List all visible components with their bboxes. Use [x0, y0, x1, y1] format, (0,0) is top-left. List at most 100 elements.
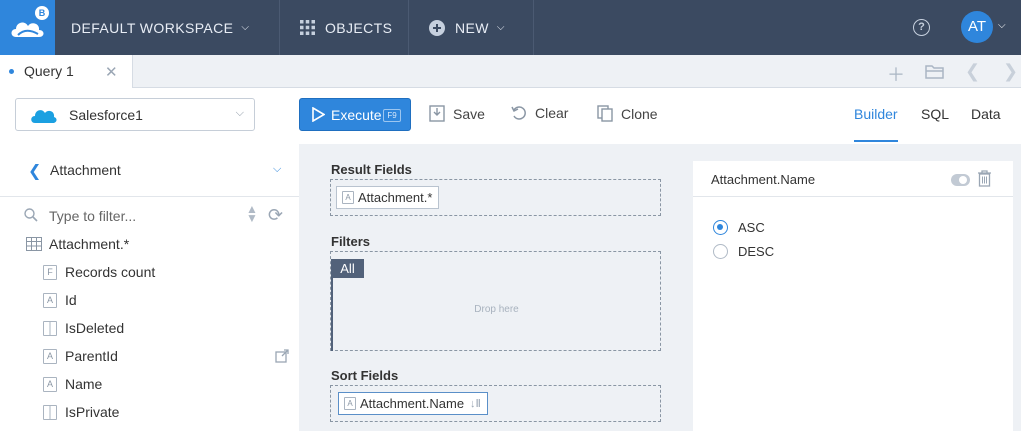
search-icon: [24, 208, 38, 222]
sort-properties-panel: Attachment.Name ASC DESC: [693, 161, 1013, 431]
workspace-menu[interactable]: DEFAULT WORKSPACE ⌵: [55, 0, 280, 55]
text-field-icon: A: [43, 348, 57, 364]
filters-title: Filters: [331, 234, 371, 249]
chevron-down-icon[interactable]: ⌵: [998, 20, 1006, 31]
active-tab-indicator: [854, 140, 898, 142]
chevron-down-icon: ⌵: [241, 22, 250, 33]
list-item-label: ParentId: [65, 348, 118, 364]
radio-label: ASC: [738, 220, 765, 235]
user-avatar[interactable]: AT: [961, 11, 993, 43]
sort-fields-dropzone[interactable]: A Attachment.Name ↓Ⅱ: [330, 385, 661, 422]
execute-button[interactable]: Execute F9: [299, 98, 411, 131]
list-item-name[interactable]: A Name: [43, 374, 102, 394]
tab-data[interactable]: Data: [971, 106, 1001, 122]
help-icon[interactable]: ?: [913, 19, 930, 36]
radio-desc[interactable]: DESC: [713, 244, 774, 259]
object-name: Attachment: [50, 162, 121, 178]
new-menu[interactable]: NEW ⌵: [409, 0, 534, 55]
edition-badge: B: [35, 6, 49, 20]
chevron-left-icon[interactable]: ❮: [28, 161, 41, 181]
trash-icon[interactable]: [977, 170, 992, 187]
drop-hint: Drop here: [474, 304, 519, 315]
query-toolbar: Salesforce1 ⌵ Execute F9 Save Clear Clon…: [0, 88, 1021, 144]
execute-label: Execute: [331, 107, 382, 123]
connection-name: Salesforce1: [69, 107, 143, 123]
folder-icon[interactable]: [925, 63, 944, 79]
list-item-parentid[interactable]: A ParentId: [43, 346, 118, 366]
objects-menu[interactable]: OBJECTS: [280, 0, 409, 55]
clone-label: Clone: [621, 105, 658, 122]
list-item-isdeleted[interactable]: IsDeleted: [43, 318, 124, 338]
text-field-icon: A: [43, 292, 57, 308]
text-field-icon: A: [342, 191, 354, 204]
refresh-icon[interactable]: ⟳: [268, 205, 283, 226]
list-item-id[interactable]: A Id: [43, 290, 77, 310]
list-item-label: Records count: [65, 264, 156, 280]
plus-circle-icon: [429, 19, 445, 36]
list-item-attachment-all[interactable]: Attachment.*: [26, 234, 129, 254]
tab-label: Query 1: [24, 63, 74, 79]
external-link-icon[interactable]: [275, 349, 289, 363]
clone-button[interactable]: Clone: [597, 105, 658, 122]
radio-asc[interactable]: ASC: [713, 220, 765, 235]
boolean-field-icon: [43, 320, 57, 336]
top-navigation-bar: B DEFAULT WORKSPACE ⌵ OBJECTS NEW ⌵ ? AT…: [0, 0, 1021, 55]
chip-label: Attachment.Name: [360, 396, 465, 411]
toggle-switch[interactable]: [951, 174, 970, 186]
filter-placeholder: Type to filter...: [49, 208, 137, 224]
clear-button[interactable]: Clear: [511, 105, 568, 121]
tab-sql[interactable]: SQL: [921, 106, 949, 122]
plus-icon[interactable]: ＋: [887, 61, 905, 87]
chevron-down-icon: ⌵: [235, 107, 244, 119]
radio-button-checked[interactable]: [713, 220, 728, 235]
list-item-label: Id: [65, 292, 77, 308]
chevron-left-icon[interactable]: ❮: [965, 61, 980, 82]
workspace-label: DEFAULT WORKSPACE: [71, 19, 234, 36]
query-builder: Result Fields A Attachment.* Filters All…: [299, 144, 1021, 431]
table-icon: [26, 237, 42, 251]
text-field-icon: A: [344, 397, 356, 410]
filter-group-all[interactable]: All: [331, 259, 364, 278]
object-browser: ❮ Attachment ⌵ Type to filter... ▲ ▼ ⟳ At…: [0, 144, 299, 431]
object-selector[interactable]: ❮ Attachment ⌵: [0, 144, 299, 197]
result-fields-title: Result Fields: [331, 162, 412, 177]
result-fields-dropzone[interactable]: A Attachment.*: [330, 179, 661, 216]
copy-icon: [597, 105, 613, 122]
list-item-records-count[interactable]: F Records count: [43, 262, 155, 282]
document-tab-bar: Query 1 ✕ ＋ ❮ ❯: [0, 55, 1021, 88]
sort-field-chip[interactable]: A Attachment.Name ↓Ⅱ: [338, 392, 488, 415]
field-filter[interactable]: Type to filter... ▲ ▼ ⟳: [24, 203, 294, 227]
clear-label: Clear: [535, 105, 569, 121]
radio-label: DESC: [738, 244, 775, 259]
list-item-label: IsPrivate: [65, 404, 120, 420]
sort-icon[interactable]: ▲ ▼: [246, 203, 258, 224]
radio-button[interactable]: [713, 244, 728, 259]
save-icon: [429, 105, 445, 122]
salesforce-icon: [31, 110, 57, 123]
list-item-label: Name: [65, 376, 103, 392]
list-item-label: IsDeleted: [65, 320, 125, 336]
shortcut-badge: F9: [383, 109, 401, 122]
chevron-down-icon: ⌵: [496, 22, 505, 33]
chevron-right-icon[interactable]: ❯: [1003, 61, 1018, 82]
connection-select[interactable]: Salesforce1 ⌵: [15, 98, 255, 131]
grid-icon: [300, 20, 315, 35]
boolean-field-icon: [43, 404, 57, 420]
properties-header: Attachment.Name: [693, 161, 1013, 197]
sort-fields-title: Sort Fields: [331, 368, 399, 383]
sort-ascending-icon[interactable]: ↓Ⅱ: [470, 397, 481, 410]
chevron-down-icon[interactable]: ⌵: [273, 163, 281, 176]
new-label: NEW: [455, 19, 489, 36]
filters-dropzone[interactable]: All Drop here: [330, 251, 661, 351]
result-field-chip[interactable]: A Attachment.*: [336, 186, 440, 209]
unsaved-indicator: [9, 69, 14, 74]
save-button[interactable]: Save: [429, 105, 485, 122]
tab-query-1[interactable]: Query 1 ✕: [0, 55, 133, 88]
close-icon[interactable]: ✕: [105, 63, 118, 81]
save-label: Save: [453, 105, 485, 122]
formula-field-icon: F: [43, 264, 57, 280]
play-icon: [312, 107, 325, 122]
list-item-isprivate[interactable]: IsPrivate: [43, 402, 119, 422]
app-logo[interactable]: B: [0, 0, 55, 55]
tab-builder[interactable]: Builder: [854, 106, 898, 122]
